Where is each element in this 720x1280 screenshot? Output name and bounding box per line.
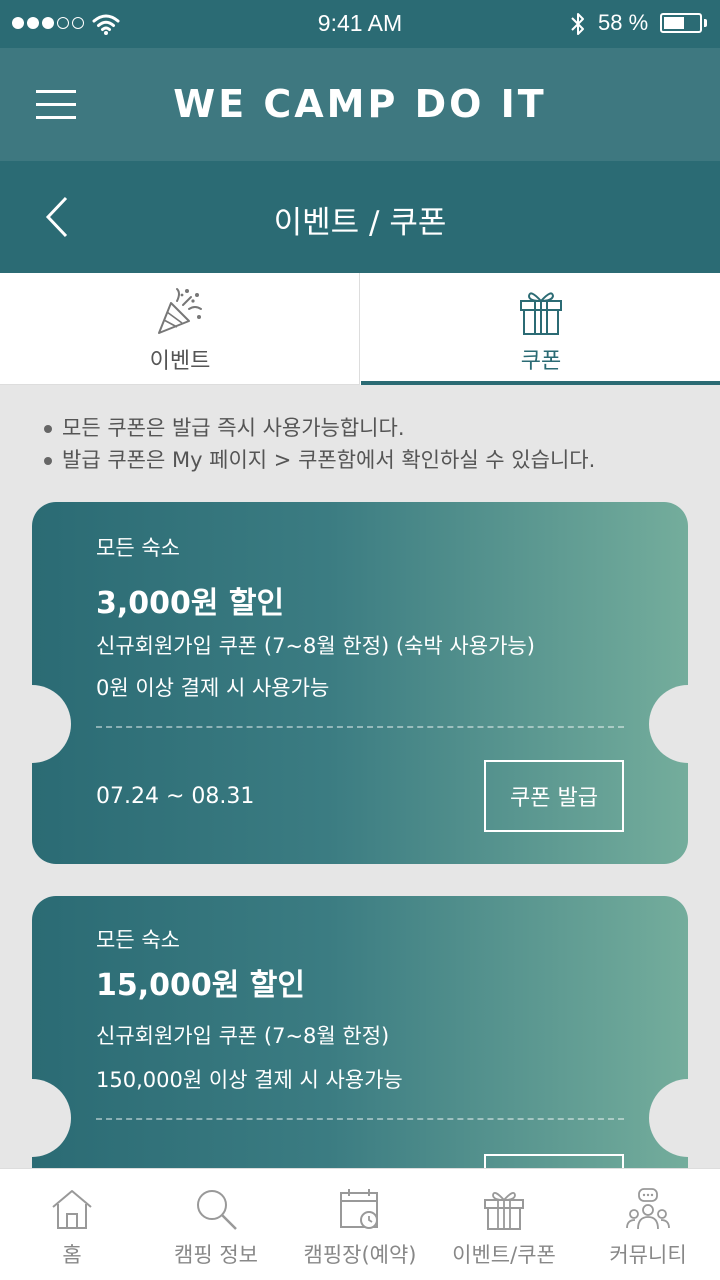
coupon-condition: 0원 이상 결제 시 사용가능 — [96, 676, 330, 700]
notice-list: 모든 쿠폰은 발급 즉시 사용가능합니다. 발급 쿠폰은 My 페이지 > 쿠폰… — [44, 412, 595, 476]
coupon-scope: 모든 숙소 — [96, 536, 180, 560]
home-icon — [52, 1190, 92, 1229]
community-icon — [626, 1188, 670, 1230]
coupon-notch — [649, 685, 720, 763]
coupon-notch — [0, 1079, 71, 1157]
party-popper-icon — [158, 288, 202, 334]
battery-percent: 58 % — [598, 10, 649, 35]
nav-label: 캠핑장(예약) — [303, 1243, 417, 1267]
nav-label: 캠핑 정보 — [174, 1243, 258, 1267]
tab-events[interactable]: 이벤트 — [0, 273, 360, 385]
nav-label: 홈 — [62, 1243, 82, 1267]
notice-item: 발급 쿠폰은 My 페이지 > 쿠폰함에서 확인하실 수 있습니다. — [44, 444, 595, 476]
coupon-amount: 15,000원 할인 — [96, 968, 306, 1003]
nav-item-events-coupons[interactable]: 이벤트/쿠폰 — [432, 1169, 576, 1280]
nav-label: 커뮤니티 — [609, 1243, 687, 1267]
tab-coupons[interactable]: 쿠폰 — [361, 273, 720, 385]
issue-coupon-button[interactable]: 쿠폰 발급 — [484, 760, 624, 832]
coupon-description: 신규회원가입 쿠폰 (7~8월 한정) (숙박 사용가능) — [96, 634, 535, 658]
nav-item-camping-info[interactable]: 캠핑 정보 — [144, 1169, 288, 1280]
nav-item-community[interactable]: 커뮤니티 — [576, 1169, 720, 1280]
brand-title: WE CAMP DO IT — [173, 82, 547, 126]
status-bar: 9:41 AM 58 % — [0, 0, 720, 48]
calendar-clock-icon — [340, 1189, 378, 1229]
nav-item-campsite-reservation[interactable]: 캠핑장(예약) — [288, 1169, 432, 1280]
coupon-description: 신규회원가입 쿠폰 (7~8월 한정) — [96, 1024, 390, 1048]
tab-events-label: 이벤트 — [149, 349, 211, 374]
battery-tip — [704, 19, 707, 27]
page-header: 이벤트 / 쿠폰 — [0, 161, 720, 273]
coupon-notch — [649, 1079, 720, 1157]
coupon-condition: 150,000원 이상 결제 시 사용가능 — [96, 1068, 403, 1092]
bluetooth-icon — [571, 13, 584, 35]
tab-coupons-label: 쿠폰 — [520, 349, 562, 374]
tab-bar: 이벤트 쿠폰 — [0, 273, 720, 385]
coupon-amount: 3,000원 할인 — [96, 586, 285, 621]
search-icon — [197, 1190, 237, 1230]
coupon-divider — [96, 1118, 624, 1120]
bottom-nav: 홈 캠핑 정보 캠핑장(예약) 이벤트/쿠폰 커뮤니티 — [0, 1168, 720, 1280]
gift-icon — [520, 292, 562, 335]
coupon-divider — [96, 726, 624, 728]
coupon-notch — [0, 685, 71, 763]
coupon-period: 07.24 ~ 08.31 — [96, 784, 255, 809]
coupon-card: 모든 숙소 3,000원 할인 신규회원가입 쿠폰 (7~8월 한정) (숙박 … — [0, 502, 720, 864]
nav-label: 이벤트/쿠폰 — [452, 1243, 556, 1267]
notice-item: 모든 쿠폰은 발급 즉시 사용가능합니다. — [44, 412, 595, 444]
coupon-scope: 모든 숙소 — [96, 928, 180, 952]
app-header: WE CAMP DO IT — [0, 48, 720, 161]
nav-item-home[interactable]: 홈 — [0, 1169, 144, 1280]
page-title: 이벤트 / 쿠폰 — [273, 205, 447, 241]
battery-icon — [660, 13, 702, 33]
gift-icon — [484, 1192, 524, 1230]
